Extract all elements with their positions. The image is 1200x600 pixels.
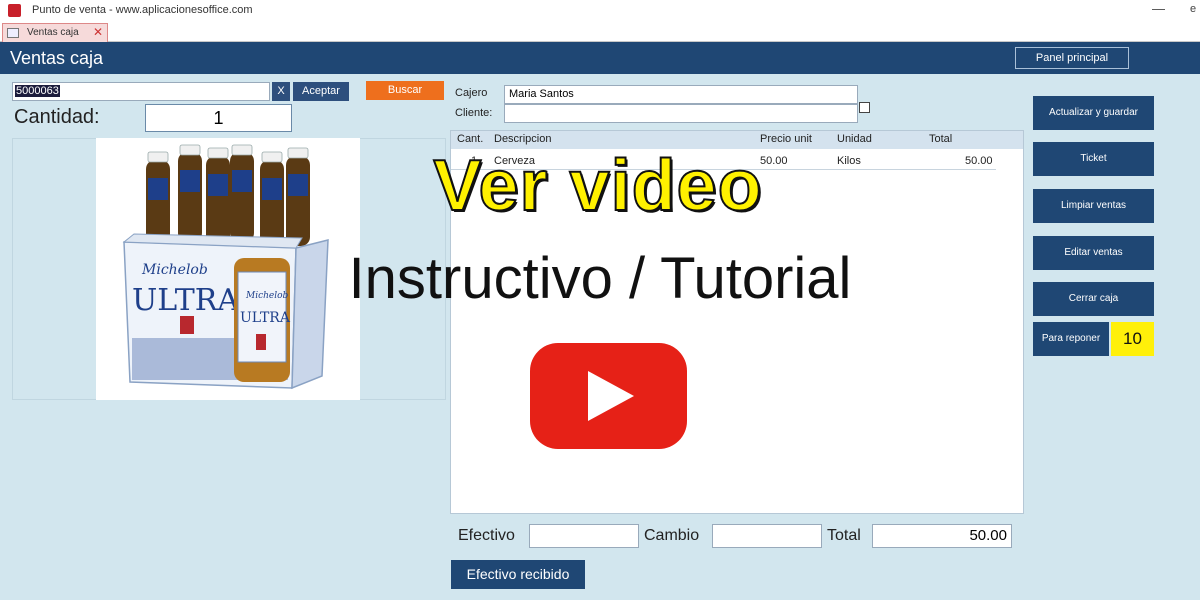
youtube-play-icon[interactable] (530, 343, 687, 449)
tutorial-subtitle: Instructivo / Tutorial (348, 246, 852, 311)
accept-button[interactable]: Aceptar (293, 82, 349, 101)
cash-input[interactable] (529, 524, 639, 548)
cell-total: 50.00 (965, 155, 993, 167)
client-field[interactable] (504, 104, 858, 123)
total-label: Total (827, 527, 861, 544)
column-header-qty: Cant. (457, 133, 484, 145)
minimize-button[interactable]: — (1152, 1, 1165, 16)
cash-label: Efectivo (458, 527, 515, 544)
product-code-input[interactable]: 5000063 (12, 82, 270, 101)
cashier-label: Cajero (455, 87, 488, 99)
quantity-label: Cantidad: (14, 106, 100, 128)
client-checkbox[interactable] (859, 102, 870, 113)
close-register-button[interactable]: Cerrar caja (1033, 282, 1154, 316)
form-icon (7, 28, 19, 38)
front-brand-name: ULTRA (240, 310, 291, 326)
column-header-unit: Unidad (837, 133, 872, 145)
window-control-partial[interactable]: e (1190, 3, 1196, 15)
quantity-input[interactable]: 1 (145, 104, 292, 132)
page-title: Ventas caja (10, 48, 104, 68)
restock-button[interactable]: Para reponer (1033, 322, 1109, 356)
tab-ventas-caja[interactable]: Ventas caja ✕ (2, 23, 108, 42)
cell-unit: Kilos (837, 155, 861, 167)
window-title: Punto de venta - www.aplicacionesoffice.… (32, 4, 253, 16)
product-code-value: 5000063 (15, 85, 60, 97)
header-bar: Ventas caja Panel principal (0, 42, 1200, 74)
column-header-unit-price: Precio unit (760, 133, 812, 145)
close-icon[interactable]: ✕ (93, 25, 103, 39)
cashier-field[interactable]: Maria Santos (504, 85, 858, 104)
cash-received-button[interactable]: Efectivo recibido (451, 560, 585, 589)
update-save-button[interactable]: Actualizar y guardar (1033, 96, 1154, 130)
edit-sales-button[interactable]: Editar ventas (1033, 236, 1154, 270)
panel-principal-button[interactable]: Panel principal (1015, 47, 1129, 69)
app-icon (8, 4, 21, 17)
brand-script-text: Michelob (141, 262, 208, 278)
column-header-description: Descripcion (494, 133, 552, 145)
column-header-total: Total (929, 133, 953, 145)
total-field: 50.00 (872, 524, 1012, 548)
front-brand-script: Michelob (245, 291, 289, 301)
restock-count-badge: 10 (1111, 322, 1154, 356)
search-button[interactable]: Buscar (366, 81, 444, 100)
video-headline: Ver video (432, 145, 763, 227)
client-label: Cliente: (455, 107, 493, 119)
clear-code-button[interactable]: X (272, 82, 290, 101)
change-input[interactable] (712, 524, 822, 548)
clear-sales-button[interactable]: Limpiar ventas (1033, 189, 1154, 223)
ticket-button[interactable]: Ticket (1033, 142, 1154, 176)
document-tab-bar: Ventas caja ✕ (0, 22, 1200, 42)
tab-label: Ventas caja (27, 27, 79, 38)
change-label: Cambio (644, 527, 700, 544)
window-titlebar: Punto de venta - www.aplicacionesoffice.… (0, 0, 1200, 22)
brand-name-text: ULTRA (132, 283, 239, 318)
